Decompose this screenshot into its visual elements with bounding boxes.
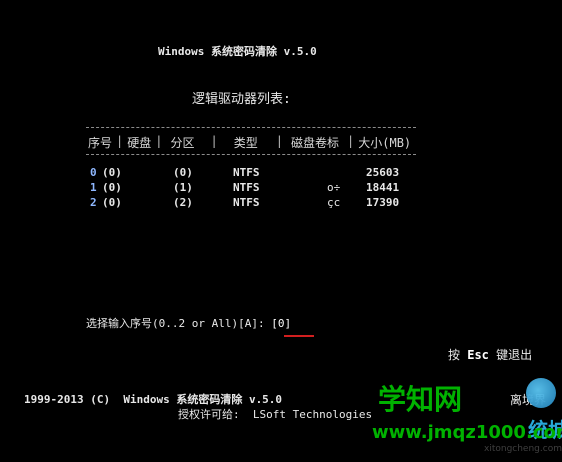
row-index: 0 <box>90 166 97 179</box>
copyright-line: 1999-2013 (C) Windows 系统密码清除 v.5.0 <box>24 393 283 406</box>
header-separator: | <box>275 134 283 148</box>
table-row[interactable]: 1 (0) (1) NTFS o÷ 18441 <box>90 181 420 195</box>
header-size: 大小(MB) <box>358 136 412 150</box>
header-type: 类型 <box>233 136 258 150</box>
license-line: 授权许可给: LSoft Technologies <box>178 408 373 421</box>
exit-hint-prefix: 按 <box>448 348 468 362</box>
row-disk: (0) <box>102 181 122 194</box>
row-volume-label: çc <box>327 196 341 209</box>
row-partition: (1) <box>173 181 193 194</box>
row-disk: (0) <box>102 196 122 209</box>
row-partition: (2) <box>173 196 193 209</box>
table-header: 序号 | 硬盘 | 分区 | 类型 | 磁盘卷标 | 大小(MB) <box>86 134 413 151</box>
header-separator: | <box>116 134 124 148</box>
esc-key-label: Esc <box>467 348 489 362</box>
watermark-url: www.jmqz1000.com <box>372 422 562 443</box>
prompt-label: 选择输入序号(0..2 or All)[A]: <box>86 317 272 330</box>
row-index: 2 <box>90 196 97 209</box>
row-volume-label: o÷ <box>327 181 341 194</box>
selection-prompt[interactable]: 选择输入序号(0..2 or All)[A]: [0] <box>86 315 291 331</box>
row-index: 1 <box>90 181 97 194</box>
watermark-sub: xitongcheng.com <box>484 444 562 454</box>
table-row[interactable]: 0 (0) (0) NTFS 25603 <box>90 166 420 180</box>
row-size: 25603 <box>366 166 400 179</box>
row-size: 17390 <box>366 196 400 209</box>
row-type: NTFS <box>233 196 260 209</box>
header-index: 序号 <box>88 136 113 150</box>
window-title: Windows 系统密码清除 v.5.0 <box>158 45 317 58</box>
watermark-brand: 学知网 <box>378 383 463 416</box>
watermark: 学知网 统城 www.jmqz1000.com xitongcheng.com <box>358 378 562 462</box>
row-size: 18441 <box>366 181 400 194</box>
header-volume-label: 磁盘卷标 <box>291 136 340 150</box>
globe-icon <box>526 378 556 408</box>
selection-input[interactable]: [0] <box>271 317 291 330</box>
row-disk: (0) <box>102 166 122 179</box>
header-partition: 分区 <box>170 136 195 150</box>
input-cursor-underline <box>284 335 314 337</box>
header-separator: | <box>155 134 163 148</box>
row-type: NTFS <box>233 181 260 194</box>
row-partition: (0) <box>173 166 193 179</box>
row-type: NTFS <box>233 166 260 179</box>
table-header-rule <box>86 154 416 155</box>
exit-hint: 按 Esc 键退出 <box>448 346 532 363</box>
header-separator: | <box>347 134 355 148</box>
header-disk: 硬盘 <box>127 136 152 150</box>
table-row[interactable]: 2 (0) (2) NTFS çc 17390 <box>90 196 420 210</box>
table-top-rule <box>86 127 416 128</box>
header-separator: | <box>210 134 218 148</box>
exit-hint-suffix: 键退出 <box>488 348 533 362</box>
drive-list-heading: 逻辑驱动器列表: <box>192 92 291 107</box>
